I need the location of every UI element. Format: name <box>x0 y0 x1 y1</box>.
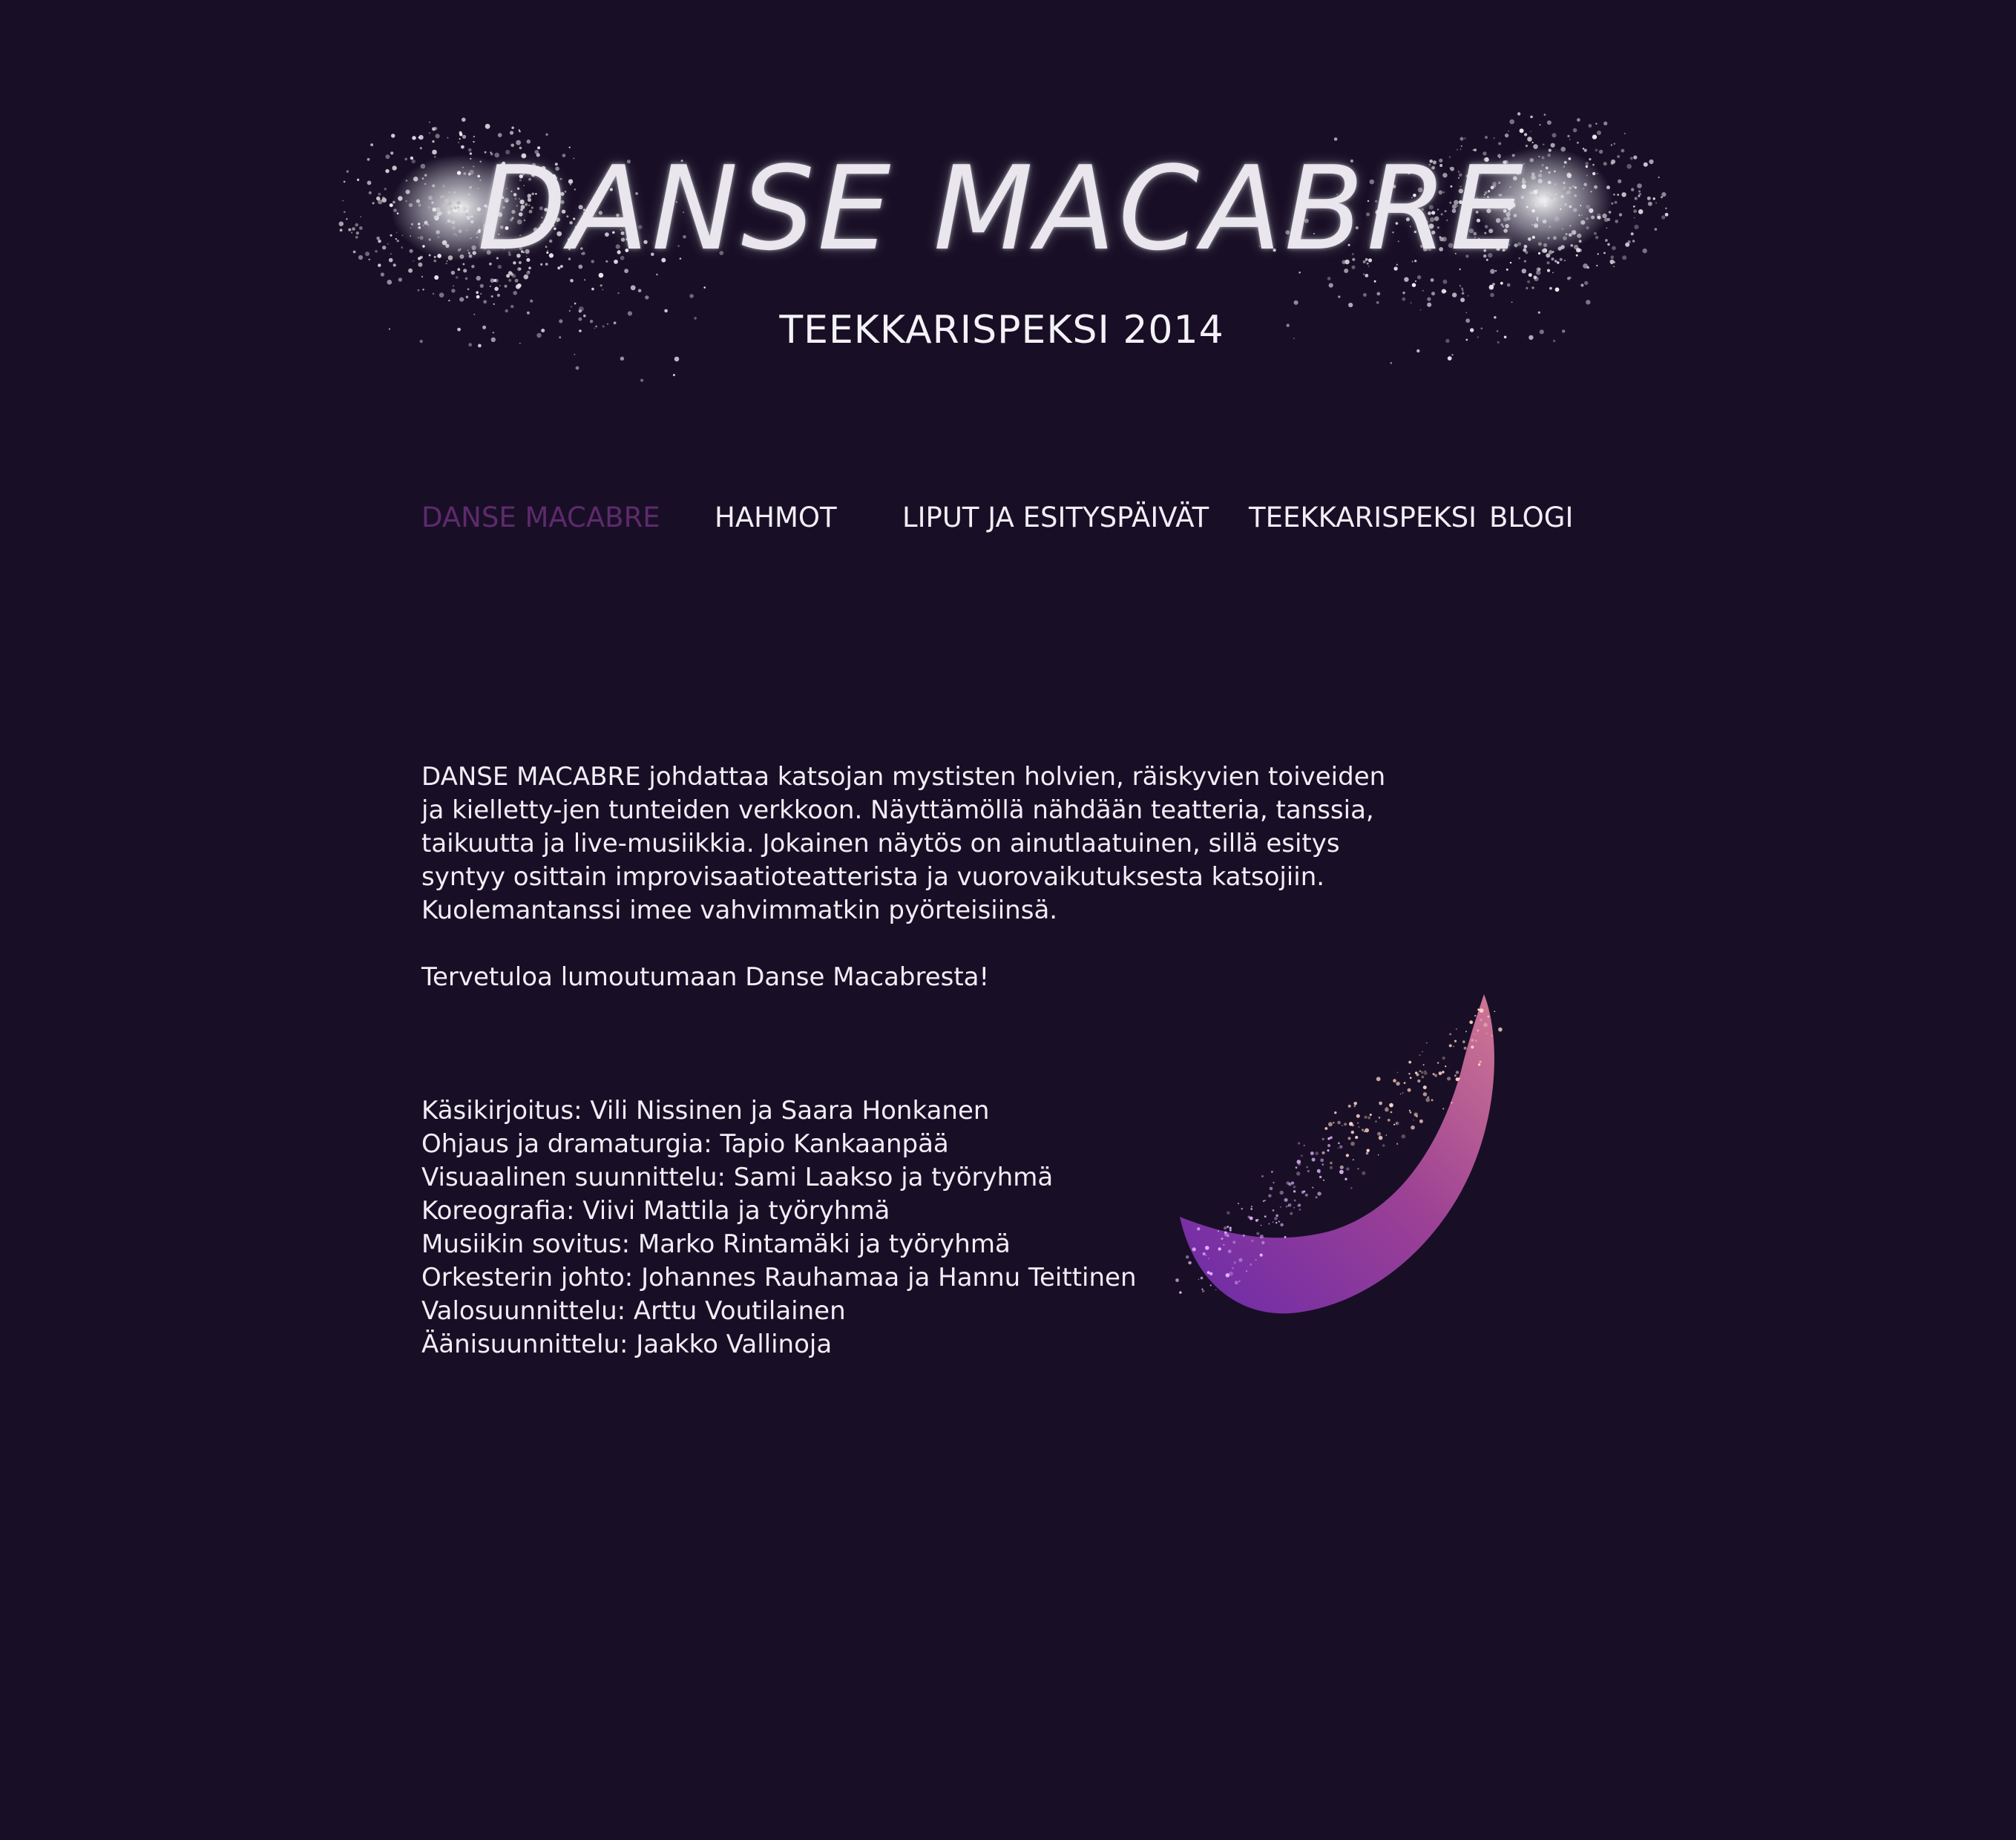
nav-item-liput-ja-esityspaivat[interactable]: LIPUT JA ESITYSPÄIVÄT <box>902 502 1209 533</box>
nav-item-danse-macabre[interactable]: DANSE MACABRE <box>421 502 660 533</box>
site-header: DANSE MACABRE TEEKKARISPEKSI 2014 <box>252 96 1751 445</box>
main-nav: DANSE MACABRE HAHMOT LIPUT JA ESITYSPÄIV… <box>0 502 2016 543</box>
credit-item: Äänisuunnittelu: Jaakko Vallinoja <box>421 1330 833 1359</box>
nav-item-hahmot[interactable]: HAHMOT <box>715 502 837 533</box>
nav-item-teekkarispeksi[interactable]: TEEKKARISPEKSI <box>1249 502 1477 533</box>
site-subtitle: TEEKKARISPEKSI 2014 <box>779 308 1224 352</box>
glitter-feather-image <box>1175 994 1503 1314</box>
intro-paragraph: DANSE MACABRE johdattaa katsojan mystist… <box>421 762 1386 925</box>
nav-item-blogi[interactable]: BLOGI <box>1489 502 1573 533</box>
site-title: DANSE MACABRE <box>477 141 1526 276</box>
